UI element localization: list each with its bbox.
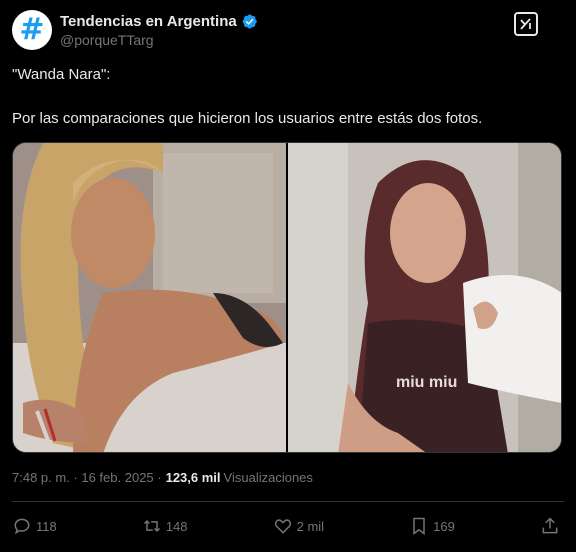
tweet-text-title: "Wanda Nara": <box>12 66 111 83</box>
like-count: 2 mil <box>296 518 325 534</box>
tweet-header: # Tendencias en Argentina @porqueTTarg <box>12 8 564 52</box>
tweet-meta: 7:48 p. m. · 16 feb. 2025 · 123,6 mil Vi… <box>12 470 313 485</box>
shirt-text: miu miu <box>396 374 457 391</box>
tweet-card: # Tendencias en Argentina @porqueTTarg "… <box>0 0 576 552</box>
heart-icon <box>274 519 291 534</box>
author-names: Tendencias en Argentina @porqueTTarg <box>60 13 258 48</box>
bookmark-icon <box>413 517 425 535</box>
verified-badge-icon <box>242 14 257 28</box>
avatar[interactable]: # <box>12 10 52 50</box>
tweet-text-body: Por las comparaciones que hicieron los u… <box>12 110 483 127</box>
reply-icon <box>14 518 30 535</box>
grok-icon[interactable] <box>514 12 538 36</box>
bookmark-count: 169 <box>433 518 455 534</box>
like-button[interactable]: 2 mil <box>273 516 324 536</box>
photo-right[interactable]: miu miu <box>288 143 561 452</box>
media-grid: miu miu <box>12 142 562 453</box>
share-icon <box>542 517 558 534</box>
divider <box>12 501 564 502</box>
repost-button[interactable]: 148 <box>142 516 188 536</box>
grok-glyph-icon <box>520 18 531 30</box>
share-button[interactable] <box>540 516 564 536</box>
bookmark-button[interactable]: 169 <box>409 516 455 536</box>
reply-button[interactable]: 118 <box>12 516 57 536</box>
name-row: Tendencias en Argentina <box>60 13 258 30</box>
repost-count: 148 <box>165 518 188 534</box>
action-bar: 118 148 2 mil 169 <box>12 512 564 540</box>
avatar-hash-glyph: # <box>19 12 45 47</box>
views-label: Visualizaciones <box>223 470 313 485</box>
photo-left-image <box>13 143 286 452</box>
photo-right-image: miu miu <box>288 143 561 452</box>
reply-count: 118 <box>36 518 57 534</box>
display-name[interactable]: Tendencias en Argentina <box>60 13 237 30</box>
photo-left[interactable] <box>13 143 286 452</box>
timestamp[interactable]: 7:48 p. m. · 16 feb. 2025 · <box>12 470 162 485</box>
repost-icon <box>143 519 160 533</box>
views-count: 123,6 mil <box>165 470 221 485</box>
handle[interactable]: @porqueTTarg <box>60 32 258 48</box>
